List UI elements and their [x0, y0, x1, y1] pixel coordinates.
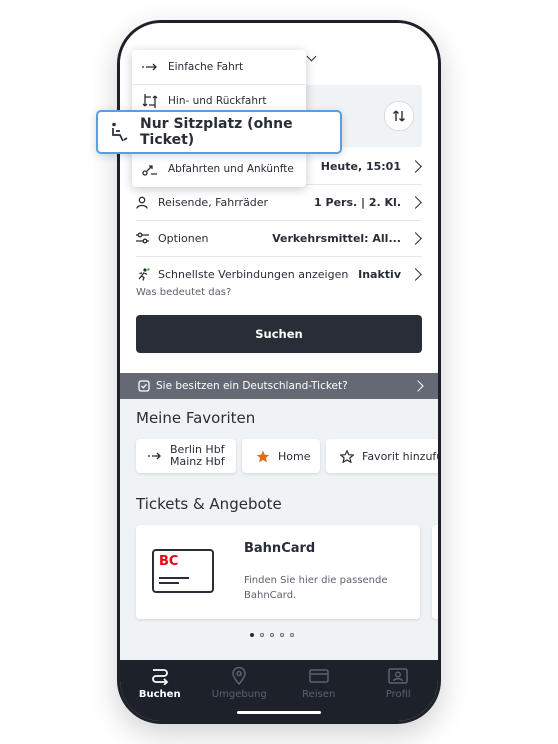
profile-icon	[388, 666, 408, 686]
bahncard-logo-text: BC	[159, 554, 179, 569]
arrow-right-icon	[148, 452, 161, 460]
tab-profil[interactable]: Profil	[359, 660, 439, 721]
menu-item-label: Einfache Fahrt	[168, 61, 244, 73]
seat-only-label: Nur Sitzplatz (ohne Ticket)	[140, 116, 293, 148]
add-favorite-label: Favorit hinzufüg	[362, 449, 438, 463]
menu-item-label: Abfahrten und Ankünfte	[168, 163, 294, 175]
pagination-dot[interactable]	[290, 633, 294, 637]
star-outline-icon	[340, 449, 354, 463]
departures-icon	[142, 162, 160, 176]
chevron-right-icon	[412, 380, 424, 392]
bahncard-title: BahnCard	[244, 541, 316, 556]
home-indicator	[237, 711, 321, 714]
seat-icon	[110, 122, 128, 142]
travellers-value: 1 Pers. | 2. Kl.	[314, 195, 401, 209]
banner-text: Sie besitzen ein Deutschland-Ticket?	[156, 380, 348, 392]
tab-label: Buchen	[138, 689, 181, 700]
fastest-label: Schnellste Verbindungen anzeigen	[158, 267, 349, 281]
offers-title: Tickets & Angebote	[136, 495, 282, 513]
swap-stations-button[interactable]	[384, 101, 414, 131]
tab-label: Reisen	[302, 689, 336, 700]
bahncard-desc-line1: Finden Sie hier die passende	[244, 575, 388, 586]
carousel-pagination	[250, 633, 294, 637]
location-pin-icon	[232, 666, 247, 686]
ticket-icon	[309, 666, 329, 686]
travellers-row[interactable]: Reisende, Fahrräder 1 Pers. | 2. Kl.	[136, 184, 422, 221]
add-favorite-chip[interactable]: Favorit hinzufüg	[326, 439, 438, 473]
pagination-dot[interactable]	[270, 633, 274, 637]
travellers-label: Reisende, Fahrräder	[158, 195, 269, 209]
bahncard-logo: BC	[152, 549, 214, 593]
tab-buchen[interactable]: Buchen	[120, 660, 200, 721]
chevron-right-icon	[409, 159, 422, 173]
running-person-icon	[136, 267, 150, 281]
swap-icon	[393, 110, 405, 122]
chevron-right-icon	[409, 231, 422, 245]
options-label: Optionen	[158, 231, 209, 245]
favorite-home-label: Home	[278, 449, 311, 463]
menu-item-single-trip[interactable]: Einfache Fahrt	[132, 50, 306, 85]
favorite-home-chip[interactable]: Home	[242, 439, 320, 473]
date-value: Heute, 15:01	[320, 159, 401, 173]
tab-label: Profil	[385, 689, 411, 700]
next-offer-card[interactable]	[432, 525, 438, 619]
menu-item-label: Hin- und Rückfahrt	[168, 95, 267, 107]
search-button[interactable]: Suchen	[136, 315, 422, 353]
chevron-right-icon	[409, 267, 422, 281]
favorite-route-chip[interactable]: Berlin Hbf Mainz Hbf	[136, 439, 236, 473]
star-filled-icon	[256, 450, 270, 462]
deutschland-ticket-banner[interactable]: Sie besitzen ein Deutschland-Ticket?	[120, 373, 438, 399]
chevron-right-icon	[409, 195, 422, 209]
ticket-check-icon	[138, 380, 150, 392]
fastest-value: Inaktiv	[358, 267, 401, 281]
pagination-dot[interactable]	[280, 633, 284, 637]
help-link[interactable]: Was bedeutet das?	[136, 287, 231, 298]
round-trip-icon	[142, 93, 160, 109]
pagination-dot[interactable]	[260, 633, 264, 637]
sliders-icon	[136, 231, 150, 245]
pagination-dot[interactable]	[250, 633, 254, 637]
arrow-right-icon	[142, 63, 160, 71]
route-icon	[150, 666, 170, 686]
bahncard-desc-line2: BahnCard.	[244, 590, 297, 601]
seat-only-highlight[interactable]: Nur Sitzplatz (ohne Ticket)	[96, 110, 342, 154]
options-value: Verkehrsmittel: All...	[272, 231, 401, 245]
favorites-title: Meine Favoriten	[136, 409, 256, 427]
bahncard-card[interactable]: BC BahnCard Finden Sie hier die passende…	[136, 525, 420, 619]
tab-label: Umgebung	[211, 689, 267, 700]
menu-item-departures[interactable]: Abfahrten und Ankünfte	[132, 152, 306, 186]
options-row[interactable]: Optionen Verkehrsmittel: All...	[136, 220, 422, 257]
person-icon	[136, 195, 150, 209]
favorite-to: Mainz Hbf	[170, 455, 225, 468]
